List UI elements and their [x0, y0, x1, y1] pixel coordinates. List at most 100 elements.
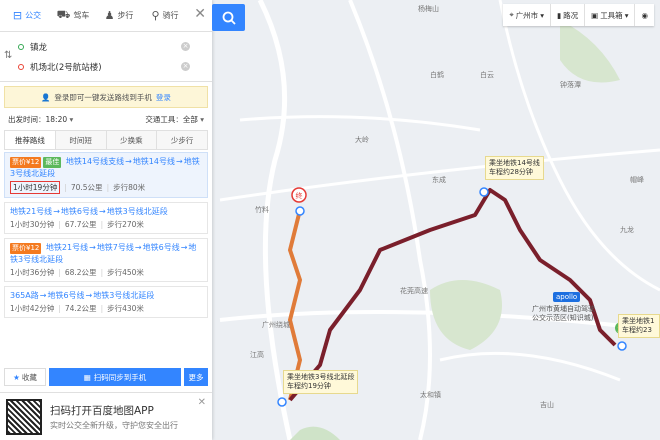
route-option[interactable]: 365A路→地铁6号线→地铁3号线北延段 1小时42分钟 | 74.2公里 | … — [4, 286, 208, 318]
user-icon: 👤 — [41, 92, 51, 102]
route-inputs: ⇅ 镇龙 × 机场北(2号航站楼) × — [0, 32, 212, 82]
route-settings: 出发时间：18:20 ▾ 交通工具：全部 ▾ — [8, 114, 204, 125]
route-segments: 票价¥12 最佳 地铁14号线支线→地铁14号线→地铁3号线北延段 — [10, 156, 202, 179]
tab-bus[interactable]: ⊟ 公交 — [4, 4, 50, 28]
route-actions: ★ 收藏 ▦ 扫码同步到手机 更多 — [4, 368, 208, 386]
segment-line: 地铁21号线 — [10, 207, 53, 216]
route-walk: 步行450米 — [107, 268, 144, 277]
transport-selector[interactable]: 交通工具：全部 ▾ — [145, 114, 204, 125]
best-badge: 最佳 — [43, 157, 62, 168]
segment-line: 地铁3号线北延段 — [93, 291, 155, 300]
tab-fewest-transfers[interactable]: 少换乘 — [106, 131, 158, 149]
arrow-right-icon: → — [89, 243, 96, 252]
tab-walk[interactable]: ♟ 步行 — [96, 4, 142, 28]
route-option[interactable]: 地铁21号线→地铁6号线→地铁3号线北延段 1小时30分钟 | 67.7公里 |… — [4, 202, 208, 234]
tab-label: 驾车 — [73, 11, 90, 20]
close-icon[interactable]: ✕ — [194, 6, 206, 22]
start-dot-icon — [18, 44, 24, 50]
end-field[interactable]: 机场北(2号航站楼) — [18, 58, 190, 76]
favorite-button[interactable]: ★ 收藏 — [4, 368, 46, 386]
favorite-label: 收藏 — [21, 372, 37, 382]
sort-tabs: 推荐路线 时间短 少换乘 少步行 — [4, 130, 208, 150]
user-button[interactable]: ◉ — [635, 4, 654, 26]
notice-text: 登录即可一键发送路线到手机 — [54, 92, 152, 102]
route-walk: 步行270米 — [107, 220, 144, 229]
segment-line: 地铁6号线 — [47, 291, 85, 300]
promo-title: 扫码打开百度地图APP — [50, 404, 154, 417]
segment-line: 365A路 — [10, 291, 39, 300]
city-selector[interactable]: ⌖ 广州市 ▾ — [503, 4, 551, 26]
end-dot-icon — [18, 64, 24, 70]
segment-line: 地铁6号线 — [142, 243, 180, 252]
app-promo: 扫码打开百度地图APP 实时公交全新升级，守护您安全出行 ✕ — [0, 392, 212, 440]
price-tag: 票价¥12 — [10, 243, 42, 254]
segment-line: 地铁21号线 — [45, 243, 89, 252]
map-place-label: 杨梅山 — [418, 5, 439, 13]
route-distance: 67.7公里 — [64, 220, 97, 229]
start-field[interactable]: 镇龙 — [18, 38, 190, 56]
login-link[interactable]: 登录 — [156, 92, 171, 103]
close-icon[interactable]: ✕ — [198, 397, 206, 408]
segment-line: 地铁14号线支线 — [65, 157, 125, 166]
traffic-icon: ▮ — [556, 10, 562, 20]
map-place-label: 太和镇 — [420, 391, 441, 399]
route-option[interactable]: 票价¥12 地铁21号线→地铁7号线→地铁6号线→地铁3号线北延段 1小时36分… — [4, 238, 208, 282]
tab-label: 公交 — [25, 11, 42, 20]
arrow-right-icon: → — [134, 243, 142, 252]
start-value: 镇龙 — [30, 43, 48, 53]
route-duration: 1小时42分钟 — [10, 304, 55, 313]
map-place-label: 大岭 — [355, 136, 369, 144]
tab-drive[interactable]: ⛟ 驾车 — [50, 4, 96, 28]
search-button[interactable] — [212, 4, 245, 31]
map-place-label: 白云 — [480, 71, 494, 79]
star-icon: ★ — [13, 372, 20, 382]
toolbox-button[interactable]: ▣ 工具箱 ▾ — [585, 4, 636, 26]
end-value: 机场北(2号航站楼) — [30, 63, 102, 73]
clear-end-icon[interactable]: × — [181, 62, 190, 71]
location-pin-icon: ⌖ — [509, 10, 514, 19]
apollo-logo: apollo — [553, 292, 581, 302]
start-marker[interactable]: 终 — [291, 187, 307, 203]
swap-icon[interactable]: ⇅ — [4, 50, 12, 61]
map-place-label: 江高 — [250, 351, 264, 359]
arrow-right-icon: → — [85, 291, 93, 300]
chevron-down-icon: ▾ — [69, 115, 74, 124]
bike-icon: ⚲ — [151, 9, 160, 22]
tab-recommended[interactable]: 推荐路线 — [5, 131, 56, 149]
transport-value: 全部 — [182, 115, 198, 124]
segment-line: 地铁7号线 — [96, 243, 134, 252]
more-button[interactable]: 更多 — [184, 368, 208, 386]
route-walk: 步行430米 — [107, 304, 144, 313]
route-option[interactable]: 票价¥12 最佳 地铁14号线支线→地铁14号线→地铁3号线北延段 1小时19分钟… — [4, 152, 208, 198]
price-tag: 票价¥12 — [10, 157, 42, 168]
arrow-right-icon: → — [176, 157, 183, 166]
qr-icon: ▦ — [83, 372, 91, 382]
route-panel: ⊟ 公交 ⛟ 驾车 ♟ 步行 ⚲ 骑行 ✕ ⇅ 镇龙 × 机场北(2号航站楼) … — [0, 0, 212, 440]
chevron-down-icon: ▾ — [540, 10, 544, 20]
map-place-label: 帽峰 — [630, 176, 644, 184]
promo-subtitle: 实时公交全新升级，守护您安全出行 — [50, 420, 178, 430]
svg-text:终: 终 — [296, 191, 303, 200]
depart-time-selector[interactable]: 出发时间：18:20 ▾ — [8, 114, 73, 125]
segment-line: 地铁14号线 — [132, 157, 175, 166]
map-place-label: 东成 — [432, 176, 446, 184]
route-segments: 地铁21号线→地铁6号线→地铁3号线北延段 — [10, 206, 202, 217]
route-stats: 1小时36分钟 | 68.2公里 | 步行450米 — [10, 268, 144, 277]
tab-bike[interactable]: ⚲ 骑行 — [142, 4, 188, 28]
route-callout-right: 乘坐地铁1 车程约23 — [618, 314, 660, 338]
route-segments: 票价¥12 地铁21号线→地铁7号线→地铁6号线→地铁3号线北延段 — [10, 242, 202, 265]
traffic-button[interactable]: ▮ 路况 — [551, 4, 586, 26]
route-walk: 步行80米 — [113, 183, 146, 192]
route-segments: 365A路→地铁6号线→地铁3号线北延段 — [10, 290, 202, 301]
send-label: 扫码同步到手机 — [93, 372, 147, 382]
bus-icon: ⊟ — [12, 9, 23, 22]
chevron-down-icon: ▾ — [200, 115, 204, 124]
tab-least-walking[interactable]: 少步行 — [157, 131, 207, 149]
walk-icon: ♟ — [104, 9, 115, 22]
route-stats: 1小时19分钟 | 70.5公里 | 步行80米 — [10, 181, 202, 194]
login-notice: 👤 登录即可一键发送路线到手机 登录 — [4, 86, 208, 108]
tab-shortest-time[interactable]: 时间短 — [55, 131, 107, 149]
route-duration: 1小时30分钟 — [10, 220, 55, 229]
send-to-phone-button[interactable]: ▦ 扫码同步到手机 — [49, 368, 181, 386]
clear-start-icon[interactable]: × — [181, 42, 190, 51]
